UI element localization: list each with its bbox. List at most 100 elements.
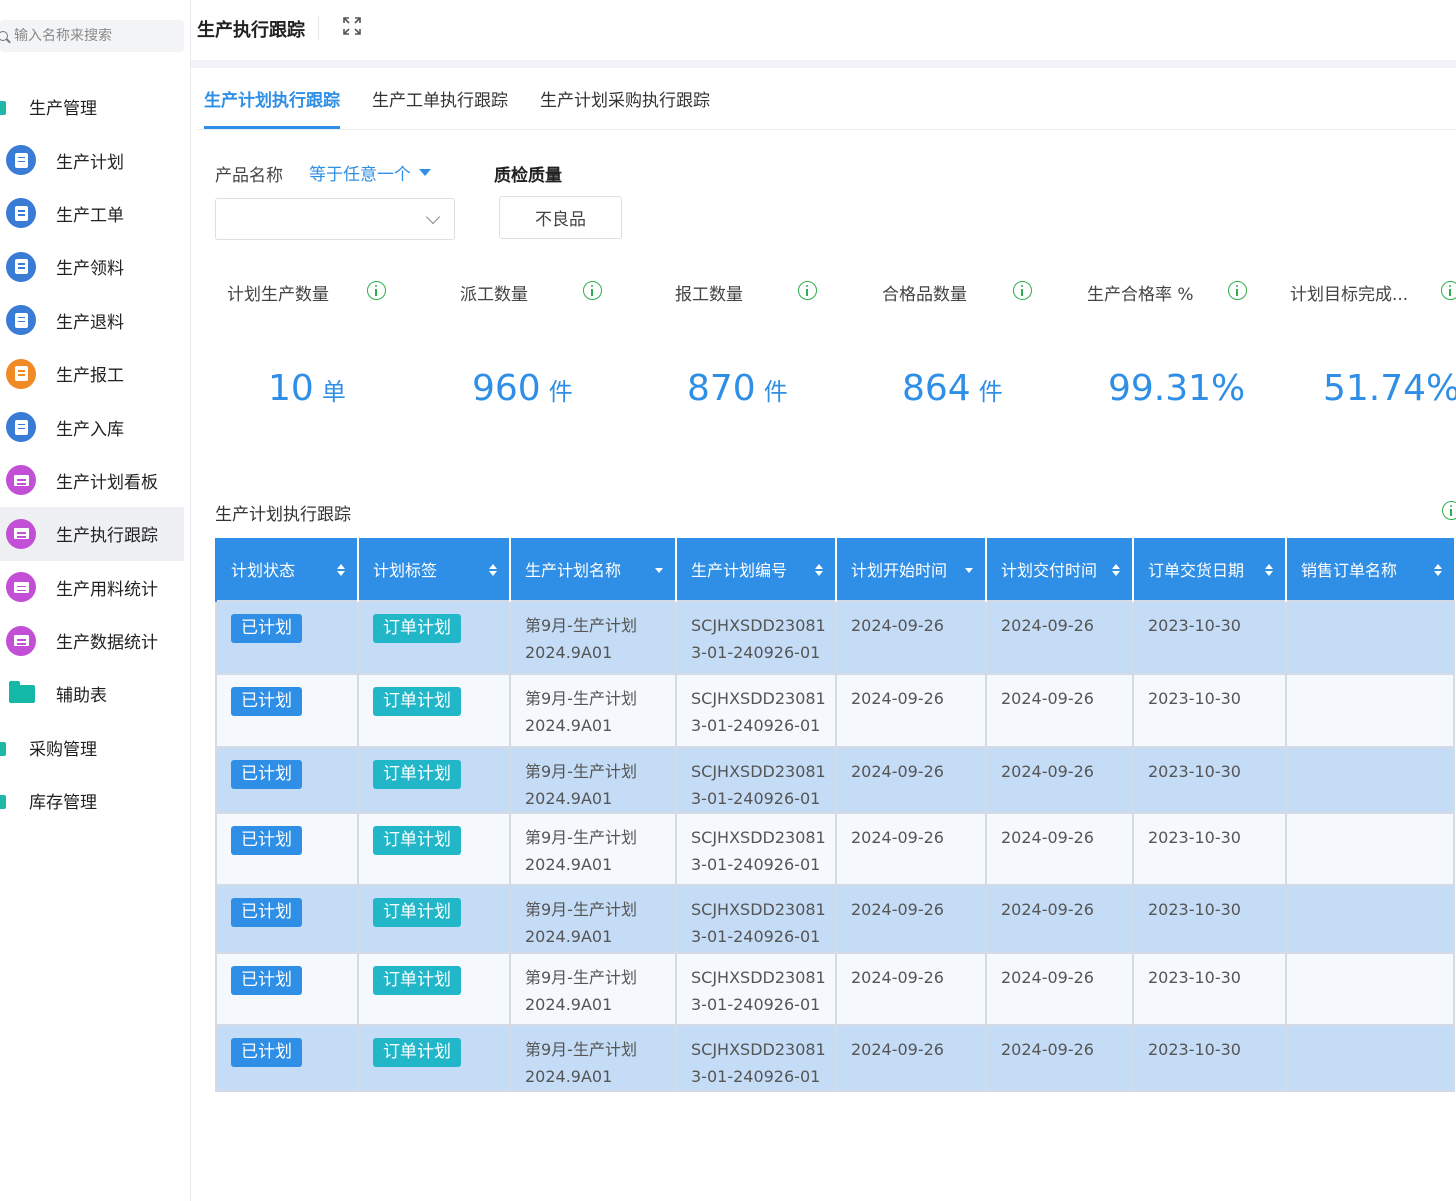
plan-name-line: 2024.9A01 [525,995,613,1014]
kpi-value: 99.31% [1108,368,1246,409]
sidebar-item-material-return[interactable]: 生产退料 [0,294,184,347]
status-badge[interactable]: 已计划 [231,898,302,927]
status-badge[interactable]: 已计划 [231,614,302,643]
sidebar-group-production[interactable]: 生产管理 [0,80,184,133]
tag-cell: 订单计划 [357,600,511,675]
plan-code-cell: SCJHXSDD23081 3-01-240926-01 [675,812,837,886]
tag-badge[interactable]: 订单计划 [373,826,461,855]
sort-icon[interactable] [1434,564,1444,577]
sidebar-item-material-pick[interactable]: 生产领料 [0,240,184,293]
info-icon[interactable] [1228,281,1247,300]
status-badge[interactable]: 已计划 [231,687,302,716]
sort-icon[interactable] [489,564,499,577]
column-header[interactable]: 生产计划编号 [675,538,836,601]
column-header[interactable]: 计划交付时间 [985,538,1133,601]
quality-label: 质检质量 [494,166,562,186]
column-header[interactable]: 计划标签 [357,538,510,601]
sort-icon[interactable] [1112,564,1122,577]
plan-name-cell: 第9月-生产计划 2024.9A01 [509,812,677,886]
table-title: 生产计划执行跟踪 [215,505,351,525]
column-header[interactable]: 订单交货日期 [1132,538,1286,601]
tab-plan-execution[interactable]: 生产计划执行跟踪 [204,86,340,129]
table-row[interactable]: 已计划 订单计划 第9月-生产计划 2024.9A01 SCJHXSDD23081 3-0… [215,884,1455,954]
info-icon[interactable] [1442,501,1456,520]
sidebar-item-label: 生产入库 [56,419,124,440]
page-header: 生产执行跟踪 [191,0,1456,60]
sort-icon[interactable] [1265,564,1275,577]
table-row[interactable]: 已计划 订单计划 第9月-生产计划 2024.9A01 SCJHXSDD23081 3-0… [215,812,1455,886]
sort-icon[interactable] [815,564,825,577]
status-badge[interactable]: 已计划 [231,826,302,855]
plan-name-line: 2024.9A01 [525,927,613,946]
column-header[interactable]: 计划开始时间 [835,538,986,601]
sidebar-item-label: 生产管理 [29,99,97,120]
table-row[interactable]: 已计划 订单计划 第9月-生产计划 2024.9A01 SCJHXSDD23081 3-0… [215,600,1455,675]
sidebar-item-warehousing[interactable]: 生产入库 [0,400,184,453]
start-date-cell: 2024-09-26 [835,746,987,814]
tag-badge[interactable]: 订单计划 [373,1038,461,1067]
status-cell: 已计划 [215,600,359,675]
plan-name-line: 2024.9A01 [525,789,613,808]
tab-workorder-execution[interactable]: 生产工单执行跟踪 [372,86,508,129]
sidebar-item-plan-board[interactable]: 生产计划看板 [0,454,184,507]
status-badge[interactable]: 已计划 [231,966,302,995]
plan-code-line: SCJHXSDD23081 [691,1040,826,1059]
status-cell: 已计划 [215,746,359,814]
tag-badge[interactable]: 订单计划 [373,760,461,789]
sidebar-item-aux-table[interactable]: 辅助表 [0,667,184,720]
column-header[interactable]: 销售订单名称 [1285,538,1454,601]
plan-code-cell: SCJHXSDD23081 3-01-240926-01 [675,952,837,1026]
sidebar-group-purchase[interactable]: 采购管理 [0,721,184,774]
info-icon[interactable] [1441,281,1456,300]
kpi-value: 864 件 [902,368,1003,409]
table-row[interactable]: 已计划 订单计划 第9月-生产计划 2024.9A01 SCJHXSDD23081 3-0… [215,673,1455,748]
tag-badge[interactable]: 订单计划 [373,898,461,927]
dashboard-icon [6,465,36,496]
info-icon[interactable] [798,281,817,300]
sort-icon[interactable] [337,564,347,577]
plan-code-cell: SCJHXSDD23081 3-01-240926-01 [675,746,837,814]
column-header[interactable]: 计划状态 [215,538,358,601]
sales-order-cell [1285,884,1455,954]
plan-name-cell: 第9月-生产计划 2024.9A01 [509,600,677,675]
search-box[interactable] [0,20,184,52]
table-row[interactable]: 已计划 订单计划 第9月-生产计划 2024.9A01 SCJHXSDD23081 3-0… [215,1024,1455,1092]
tag-badge[interactable]: 订单计划 [373,614,461,643]
sidebar-menu: 生产管理 生产计划 生产工单 生产领料 生产退料 生产报工 生产入库 生产计划看… [0,80,184,827]
deliver-date-cell: 2024-09-26 [985,1024,1134,1092]
status-badge[interactable]: 已计划 [231,1038,302,1067]
plan-name-line: 第9月-生产计划 [525,828,637,847]
table-row[interactable]: 已计划 订单计划 第9月-生产计划 2024.9A01 SCJHXSDD23081 3-0… [215,952,1455,1026]
sidebar-item-production-plan[interactable]: 生产计划 [0,133,184,186]
plan-code-line: 3-01-240926-01 [691,789,821,808]
kpi-label: 生产合格率 % [1087,285,1194,305]
tag-badge[interactable]: 订单计划 [373,966,461,995]
operator-dropdown[interactable]: 等于任意一个 [309,160,431,185]
column-header[interactable]: 生产计划名称 [509,538,676,601]
product-name-select[interactable] [215,198,455,240]
sidebar-item-work-order[interactable]: 生产工单 [0,187,184,240]
sidebar-item-work-report[interactable]: 生产报工 [0,347,184,400]
sort-desc-icon[interactable] [965,564,975,577]
search-input[interactable] [14,28,174,44]
sidebar-item-execution-tracking[interactable]: 生产执行跟踪 [0,507,184,561]
sidebar-group-inventory[interactable]: 库存管理 [0,774,184,827]
info-icon[interactable] [1013,281,1032,300]
fullscreen-icon[interactable] [343,17,361,35]
plan-name-cell: 第9月-生产计划 2024.9A01 [509,746,677,814]
plan-code-cell: SCJHXSDD23081 3-01-240926-01 [675,1024,837,1092]
tab-plan-purchase-execution[interactable]: 生产计划采购执行跟踪 [540,86,710,129]
tag-badge[interactable]: 订单计划 [373,687,461,716]
sidebar-item-data-stats[interactable]: 生产数据统计 [0,614,184,667]
plan-name-line: 第9月-生产计划 [525,616,637,635]
info-icon[interactable] [583,281,602,300]
sort-desc-icon[interactable] [655,564,665,577]
sidebar-item-label: 生产报工 [56,366,124,387]
status-badge[interactable]: 已计划 [231,760,302,789]
dashboard-icon [6,518,36,549]
table-row[interactable]: 已计划 订单计划 第9月-生产计划 2024.9A01 SCJHXSDD23081 3-0… [215,746,1455,814]
sidebar-item-material-stats[interactable]: 生产用料统计 [0,561,184,614]
info-icon[interactable] [367,281,386,300]
tag-cell: 订单计划 [357,952,511,1026]
quality-option-defective[interactable]: 不良品 [499,196,622,239]
